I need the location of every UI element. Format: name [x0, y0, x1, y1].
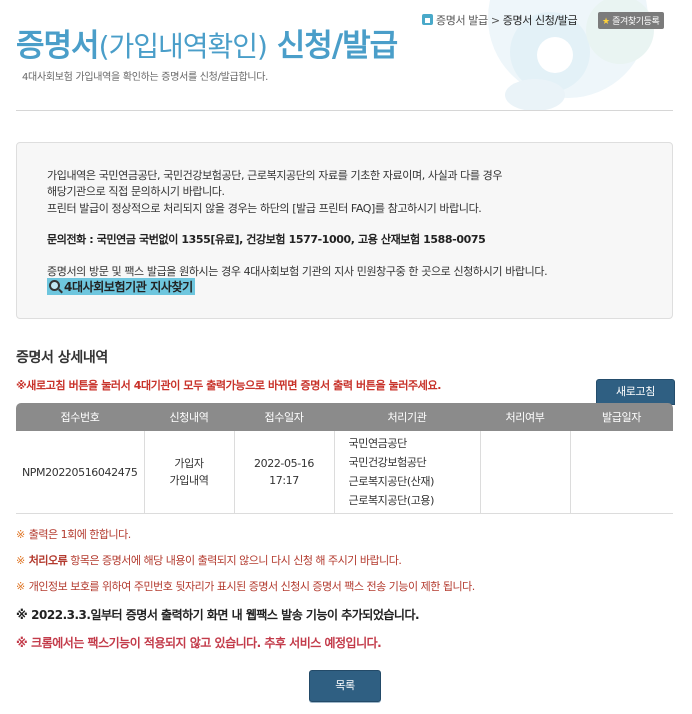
note-item: ※ 2022.3.3.일부터 증명서 출력하기 화면 내 웹팩스 발송 기능이 추…	[16, 608, 420, 622]
list-button[interactable]: 목록	[309, 670, 381, 702]
detail-table: 접수번호 신청내역 접수일자 처리기관 처리여부 발급일자 NPM2022051…	[16, 403, 673, 514]
page-subtitle: 4대사회보험 가입내역을 확인하는 증명서를 신청/발급합니다.	[22, 72, 269, 83]
note-item: ※ 크롬에서는 팩스기능이 적용되지 않고 있습니다. 추후 서비스 예정입니다.	[16, 636, 382, 650]
note-item: ※ 처리오류 항목은 증명서에 해당 내용이 출력되지 않으니 다시 신청 해 주…	[16, 554, 402, 567]
refresh-button[interactable]: 새로고침	[596, 379, 675, 405]
refresh-note: ※새로고침 버튼을 눌러서 4대기관이 모두 출력가능으로 바뀌면 증명서 출력…	[16, 379, 441, 392]
table-row: NPM20220516042475 가입자 가입내역 2022-05-16 17…	[16, 431, 673, 514]
page-title: 증명서(가입내역확인) 신청/발급	[16, 28, 398, 64]
header-divider	[16, 110, 673, 111]
info-line: 가입내역은 국민연금공단, 국민건강보험공단, 근로복지공단의 자료를 기초한 …	[47, 169, 503, 182]
col-org: 처리기관	[334, 403, 480, 431]
find-branch-link[interactable]: 4대사회보험기관 지사찾기	[47, 278, 195, 295]
col-date: 접수일자	[234, 403, 334, 431]
search-icon	[49, 280, 60, 291]
chevron-right-icon: >	[490, 14, 500, 27]
col-request: 신청내역	[144, 403, 234, 431]
issue-date	[570, 431, 673, 514]
info-box: 가입내역은 국민연금공단, 국민건강보험공단, 근로복지공단의 자료를 기초한 …	[16, 142, 673, 319]
col-receipt-no: 접수번호	[16, 403, 144, 431]
processing-orgs: 국민연금공단 국민건강보험공단 근로복지공단(산재) 근로복지공단(고용)	[334, 431, 481, 514]
org-item: 근로복지공단(산재)	[348, 475, 435, 488]
processing-status	[480, 431, 571, 514]
table-header-row: 접수번호 신청내역 접수일자 처리기관 처리여부 발급일자	[16, 403, 673, 431]
breadcrumb-current: 증명서 신청/발급	[502, 14, 578, 27]
favorite-button[interactable]: ★ 즐겨찾기등록	[598, 12, 665, 29]
col-issue-date: 발급일자	[570, 403, 673, 431]
visit-info: 증명서의 방문 및 팩스 발급을 원하시는 경우 4대사회보험 기관의 지사 민…	[47, 265, 548, 278]
request-type: 가입자 가입내역	[144, 431, 235, 514]
col-status: 처리여부	[480, 403, 570, 431]
org-item: 국민연금공단	[348, 437, 408, 450]
contact-info: 문의전화 : 국민연금 국번없이 1355[유료], 건강보험 1577-100…	[47, 233, 486, 246]
note-item: ※ 출력은 1회에 한합니다.	[16, 528, 131, 541]
star-icon: ★	[602, 17, 610, 27]
receipt-date: 2022-05-16 17:17	[234, 431, 335, 514]
favorite-label: 즐겨찾기등록	[612, 17, 660, 27]
home-icon[interactable]	[422, 14, 433, 25]
info-line: 해당기관으로 직접 문의하시기 바랍니다.	[47, 185, 225, 198]
org-item: 근로복지공단(고용)	[348, 494, 435, 507]
section-title: 증명서 상세내역	[16, 350, 108, 366]
info-line: 프린터 발급이 정상적으로 처리되지 않을 경우는 하단의 [발급 프린터 FA…	[47, 202, 482, 215]
breadcrumb: 증명서 발급 > 증명서 신청/발급	[422, 12, 578, 28]
org-item: 국민건강보험공단	[348, 456, 427, 469]
note-item: ※ 개인정보 보호를 위하여 주민번호 뒷자리가 표시된 증명서 신청시 증명서 …	[16, 580, 475, 593]
receipt-no: NPM20220516042475	[16, 431, 145, 514]
page-header: 증명서(가입내역확인) 신청/발급 4대사회보험 가입내역을 확인하는 증명서를…	[0, 0, 692, 112]
breadcrumb-item[interactable]: 증명서 발급	[436, 14, 488, 27]
